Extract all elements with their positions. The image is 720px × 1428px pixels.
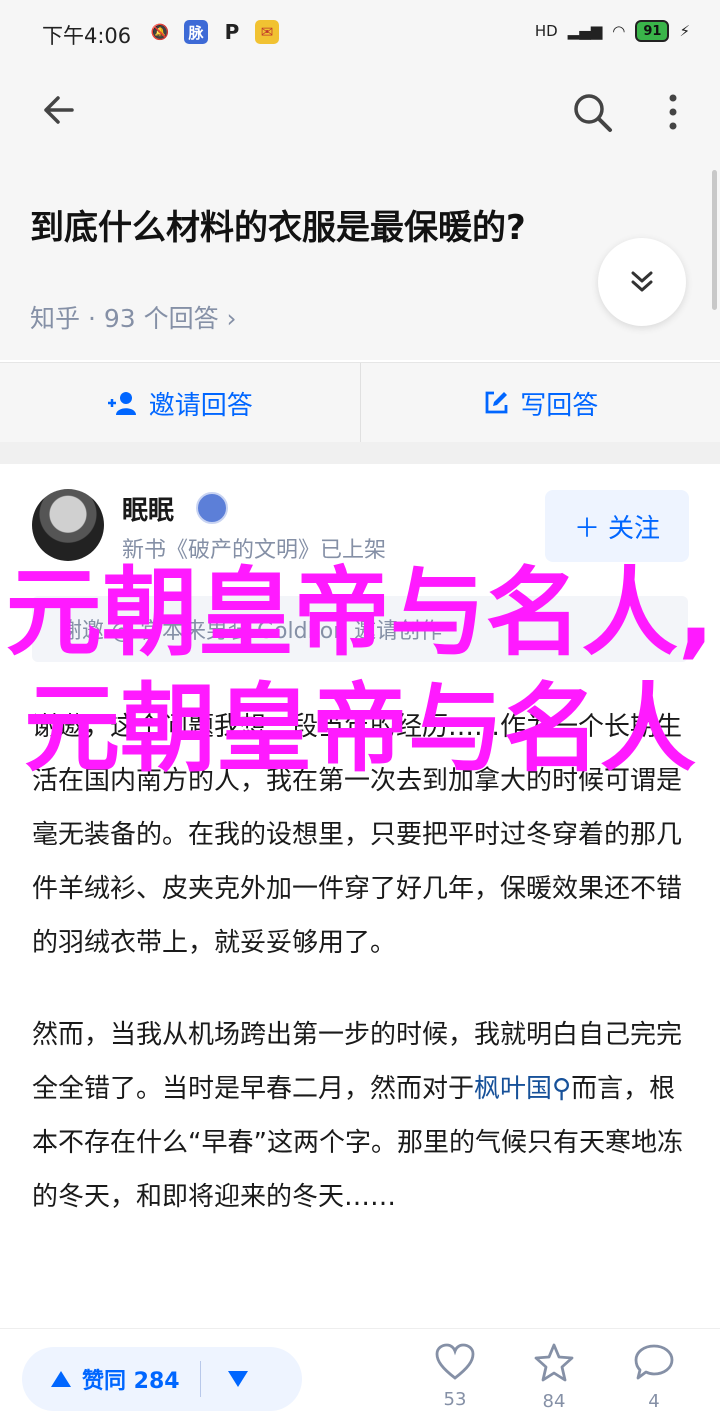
double-chevron-down-icon xyxy=(629,269,655,295)
write-answer-button[interactable]: 写回答 xyxy=(361,363,720,443)
favorite-count: 84 xyxy=(529,1391,579,1412)
downvote-button[interactable] xyxy=(227,1370,249,1388)
p-icon: P xyxy=(220,20,244,44)
question-actions: 邀请回答 写回答 xyxy=(0,362,720,443)
write-answer-label: 写回答 xyxy=(520,385,598,422)
add-user-icon xyxy=(107,390,139,416)
favorite-button[interactable]: 84 xyxy=(529,1343,579,1412)
upvote-button[interactable]: 赞同 284 xyxy=(22,1363,180,1395)
more-options-icon[interactable] xyxy=(655,90,691,134)
author-name[interactable]: 眠眠 xyxy=(122,490,174,527)
heart-icon xyxy=(434,1343,476,1381)
signal-bars-icon: ▂▄▆ xyxy=(568,22,603,40)
invite-answer-button[interactable]: 邀请回答 xyxy=(0,363,360,443)
search-icon[interactable] xyxy=(570,90,614,134)
author-subline: 新书《破产的文明》已上架 xyxy=(122,532,386,564)
mute-bell-icon: 🔕 xyxy=(148,20,172,44)
comment-bubble-icon xyxy=(633,1343,675,1383)
vote-divider xyxy=(200,1361,201,1397)
vote-pill: 赞同 284 xyxy=(22,1347,302,1411)
signal-icon: HD xyxy=(535,22,558,40)
answer-paragraph-1: 谢邀，这个问题我想一段当年的经历……作为一个长期生活在国内南方的人，我在第一次去… xyxy=(32,700,692,970)
app-bar xyxy=(0,62,720,162)
expand-button[interactable] xyxy=(598,238,686,326)
question-header: 到底什么材料的衣服是最保暖的? 知乎 · 93 个回答 › xyxy=(0,162,720,360)
back-arrow-icon[interactable] xyxy=(36,90,76,130)
answer-body: 谢邀，这个问题我想一段当年的经历……作为一个长期生活在国内南方的人，我在第一次去… xyxy=(32,700,692,1262)
bottom-bar: 赞同 284 53 84 4 xyxy=(0,1328,720,1428)
avatar[interactable] xyxy=(32,489,104,561)
search-link-icon: ⚲ xyxy=(552,1074,571,1104)
section-gap xyxy=(0,442,720,464)
battery-icon: 91 xyxy=(635,20,669,42)
answer-paragraph-2: 然而，当我从机场跨出第一步的时候，我就明白自己完完全全错了。当时是早春二月，然而… xyxy=(32,1008,692,1224)
follow-label: 关注 xyxy=(608,508,660,545)
invite-answer-label: 邀请回答 xyxy=(149,385,253,422)
charging-icon: ⚡ xyxy=(679,22,690,40)
maple-country-link[interactable]: 枫叶国 xyxy=(474,1074,552,1104)
upvote-label: 赞同 284 xyxy=(82,1363,180,1395)
comment-button[interactable]: 4 xyxy=(629,1343,679,1412)
like-button[interactable]: 53 xyxy=(430,1343,480,1410)
status-bar: 下午4:06 🔕 脉 P ✉ HD ▂▄▆ ◠ 91 ⚡ xyxy=(0,0,720,62)
star-icon xyxy=(533,1343,575,1383)
email-icon: ✉ xyxy=(255,20,279,44)
question-title[interactable]: 到底什么材料的衣服是最保暖的? xyxy=(30,200,526,249)
wifi-icon: ◠ xyxy=(612,22,625,40)
scrollbar[interactable] xyxy=(712,170,717,310)
comment-count: 4 xyxy=(629,1391,679,1412)
triangle-up-icon xyxy=(50,1370,72,1388)
plus-icon: ＋ xyxy=(574,508,600,545)
author-badge-icon xyxy=(196,492,228,524)
follow-button[interactable]: ＋ 关注 xyxy=(545,490,689,562)
question-meta[interactable]: 知乎 · 93 个回答 › xyxy=(30,299,237,335)
status-time: 下午4:06 xyxy=(42,20,131,50)
chinese-app-icon: 脉 xyxy=(184,20,208,44)
edit-icon xyxy=(482,389,510,417)
like-count: 53 xyxy=(430,1389,480,1410)
invited-line: 谢邀 @ 宫本来男装 Goldlion 邀请创作 xyxy=(32,596,688,662)
